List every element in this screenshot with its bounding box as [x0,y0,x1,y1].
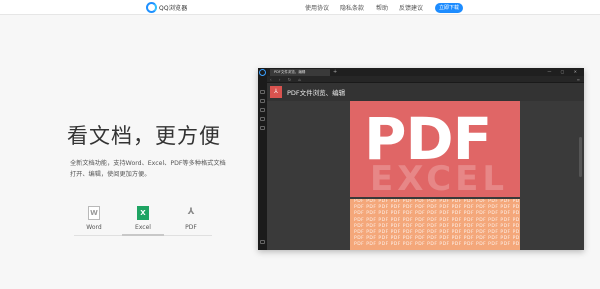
preview-logo-icon [259,69,266,76]
window-controls-icon: — ▢ ✕ [547,69,581,74]
document-page: PDF EXCEL PDF PDF PDF PDF PDF PDF PDF PD… [350,101,520,250]
excel-icon: X [137,206,149,220]
nav-help[interactable]: 帮助 [376,3,388,12]
format-label-excel: Excel [135,224,151,231]
page-ghost-text: EXCEL [370,159,509,197]
nav-feedback[interactable]: 反馈建议 [399,3,423,12]
pattern-row: PDF PDF PDF PDF PDF PDF PDF PDF PDF PDF … [354,242,520,248]
top-navigation: QQ浏览器 使用协议 隐私条款 帮助 反馈建议 立即下载 [0,0,600,15]
preview-titlebar: PDF文件浏览、编辑 + — ▢ ✕ [258,68,584,76]
document-header: ⅄ PDF文件浏览、编辑 [267,83,584,101]
pdf-icon: ⅄ [187,207,195,217]
nav-privacy-policy[interactable]: 隐私条款 [340,3,364,12]
format-tab-pdf[interactable]: ⅄ PDF [171,206,211,231]
sidebar-settings-icon [260,240,265,244]
menu-icon: ≡ [576,77,580,82]
preview-address-bar: ‹ › ↻ ⌂ ≡ [258,76,584,83]
nav-arrows-icon: ‹ › ↻ ⌂ [270,77,304,82]
brand-name: QQ浏览器 [159,5,188,12]
document-title: PDF文件浏览、编辑 [287,89,346,97]
format-label-pdf: PDF [185,224,197,231]
format-tab-active-indicator [122,234,164,236]
hero-description: 全新文档功能，支持Word、Excel、PDF等多种格式文档 打开、编辑，使阅更… [70,158,260,180]
sidebar-doc-icon [260,90,265,94]
document-viewer: PDF EXCEL PDF PDF PDF PDF PDF PDF PDF PD… [267,101,584,250]
sidebar-download-icon [260,117,265,121]
page-pattern: PDF PDF PDF PDF PDF PDF PDF PDF PDF PDF … [350,199,520,250]
preview-tab: PDF文件浏览、编辑 [270,69,330,76]
sidebar-history-icon [260,108,265,112]
format-tab-excel[interactable]: X Excel [123,206,163,231]
qq-browser-logo-icon [146,2,157,13]
brand-logo[interactable]: QQ浏览器 [146,2,187,13]
hero-title: 看文档，更方便 [67,124,221,148]
format-tab-word[interactable]: W Word [74,206,114,231]
preview-sidebar [258,68,267,250]
nav-terms-of-use[interactable]: 使用协议 [305,3,329,12]
hero-description-line-2: 打开、编辑，使阅更加方便。 [70,171,151,178]
format-label-word: Word [86,224,102,231]
browser-preview-screenshot: PDF文件浏览、编辑 + — ▢ ✕ ‹ › ↻ ⌂ ≡ ⅄ PDF文件浏览、编… [258,68,584,250]
sidebar-tools-icon [260,126,265,130]
new-tab-icon: + [333,69,338,75]
page-banner: PDF EXCEL [350,101,520,197]
pdf-file-icon: ⅄ [270,86,282,98]
sidebar-star-icon [260,99,265,103]
word-icon: W [88,206,100,220]
viewer-scrollbar [579,137,582,177]
download-now-button[interactable]: 立即下载 [435,3,463,13]
hero-description-line-1: 全新文档功能，支持Word、Excel、PDF等多种格式文档 [70,160,226,167]
